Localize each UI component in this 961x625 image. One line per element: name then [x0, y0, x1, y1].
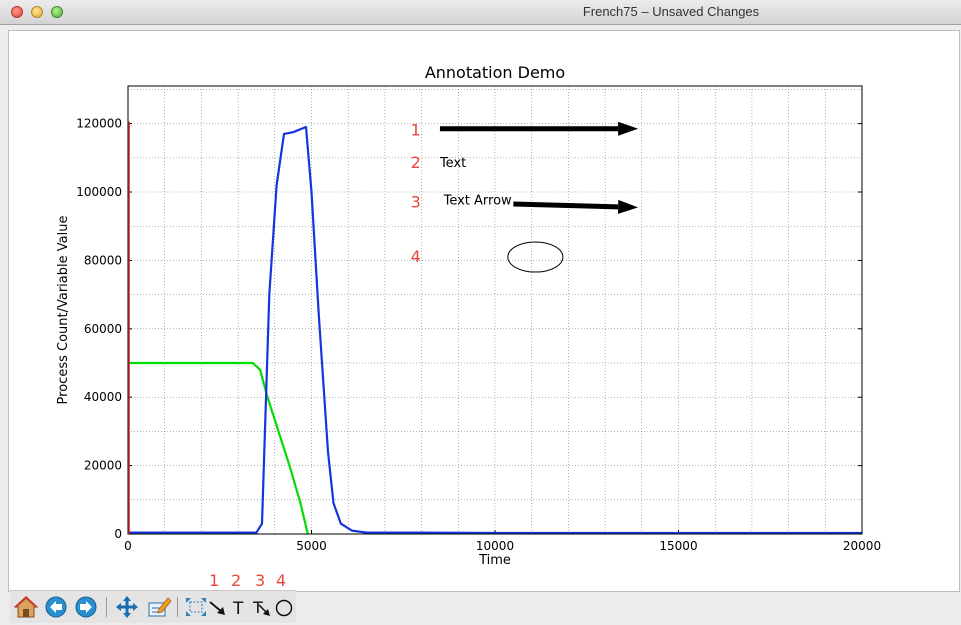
text-tool-icon: T	[232, 599, 244, 619]
arrow-head	[617, 199, 639, 214]
series-line-1	[128, 361, 309, 535]
tool-label-1: 1	[209, 571, 220, 590]
y-tick-label: 100000	[76, 185, 122, 199]
toolbar-separator	[106, 597, 107, 617]
pan-button[interactable]	[113, 593, 141, 621]
tool-label-4: 4	[276, 571, 287, 590]
edit-icon	[148, 597, 172, 617]
y-tick-label: 120000	[76, 117, 122, 131]
y-tick-label: 60000	[84, 322, 122, 336]
annotation-number-4: 4	[411, 247, 421, 266]
y-tick-label: 40000	[84, 390, 122, 404]
tool-label-3: 3	[255, 571, 266, 590]
axis-ticks: 0 5000 10000 15000 20000 0 20000 40000 60000 8000…	[76, 117, 881, 553]
y-tick-label: 0	[114, 527, 122, 541]
annotation-number-3: 3	[411, 192, 421, 211]
chart-title: Annotation Demo	[425, 63, 565, 82]
subplots-button[interactable]	[145, 593, 173, 621]
home-button[interactable]	[12, 593, 40, 621]
y-tick-label: 20000	[84, 459, 122, 473]
pan-icon	[116, 596, 138, 618]
annotation-number-2: 2	[411, 153, 421, 172]
y-axis-label: Process Count/Variable Value	[56, 216, 71, 405]
forward-button[interactable]	[72, 593, 100, 621]
annotation-text-arrow	[513, 199, 639, 214]
y-tick-label: 80000	[84, 253, 122, 267]
annotation-number-1: 1	[411, 120, 421, 139]
x-tick-label: 5000	[296, 539, 327, 553]
back-button[interactable]	[42, 593, 70, 621]
annotations: 1 2 Text 3 Text Arrow 4	[411, 120, 639, 273]
axes-frame	[127, 85, 863, 535]
back-arrow-icon	[45, 596, 67, 618]
text-arrow-tool-icon: T	[252, 598, 270, 617]
toolbar-separator	[177, 597, 178, 617]
grid	[128, 86, 862, 534]
svg-text:T: T	[232, 599, 244, 619]
ellipse-tool-button[interactable]	[272, 593, 300, 621]
window-title: French75 – Unsaved Changes	[582, 4, 760, 19]
x-tick-label: 15000	[659, 539, 697, 553]
arrow-tool-icon	[209, 601, 225, 615]
x-tick-label: 20000	[843, 539, 881, 553]
arrow-shaft	[513, 201, 619, 210]
annotation-text-arrow-label: Text Arrow	[443, 194, 512, 209]
tool-label-2: 2	[231, 571, 242, 590]
annotation-ellipse	[507, 241, 564, 273]
annotation-text: Text	[439, 156, 466, 171]
forward-arrow-icon	[75, 596, 97, 618]
ellipse-tool-icon	[275, 599, 293, 617]
home-icon	[13, 596, 39, 618]
x-tick-label: 10000	[476, 539, 514, 553]
x-tick-label: 0	[124, 539, 132, 553]
figure-canvas: 0 5000 10000 15000 20000 0 20000 40000 60000 8000…	[8, 30, 960, 592]
chart: 0 5000 10000 15000 20000 0 20000 40000 60000 8000…	[56, 63, 881, 568]
x-axis-label: Time	[478, 553, 511, 568]
navigation-toolbar: T T	[10, 590, 296, 623]
window-titlebar: French75 – Unsaved Changes	[0, 0, 961, 25]
